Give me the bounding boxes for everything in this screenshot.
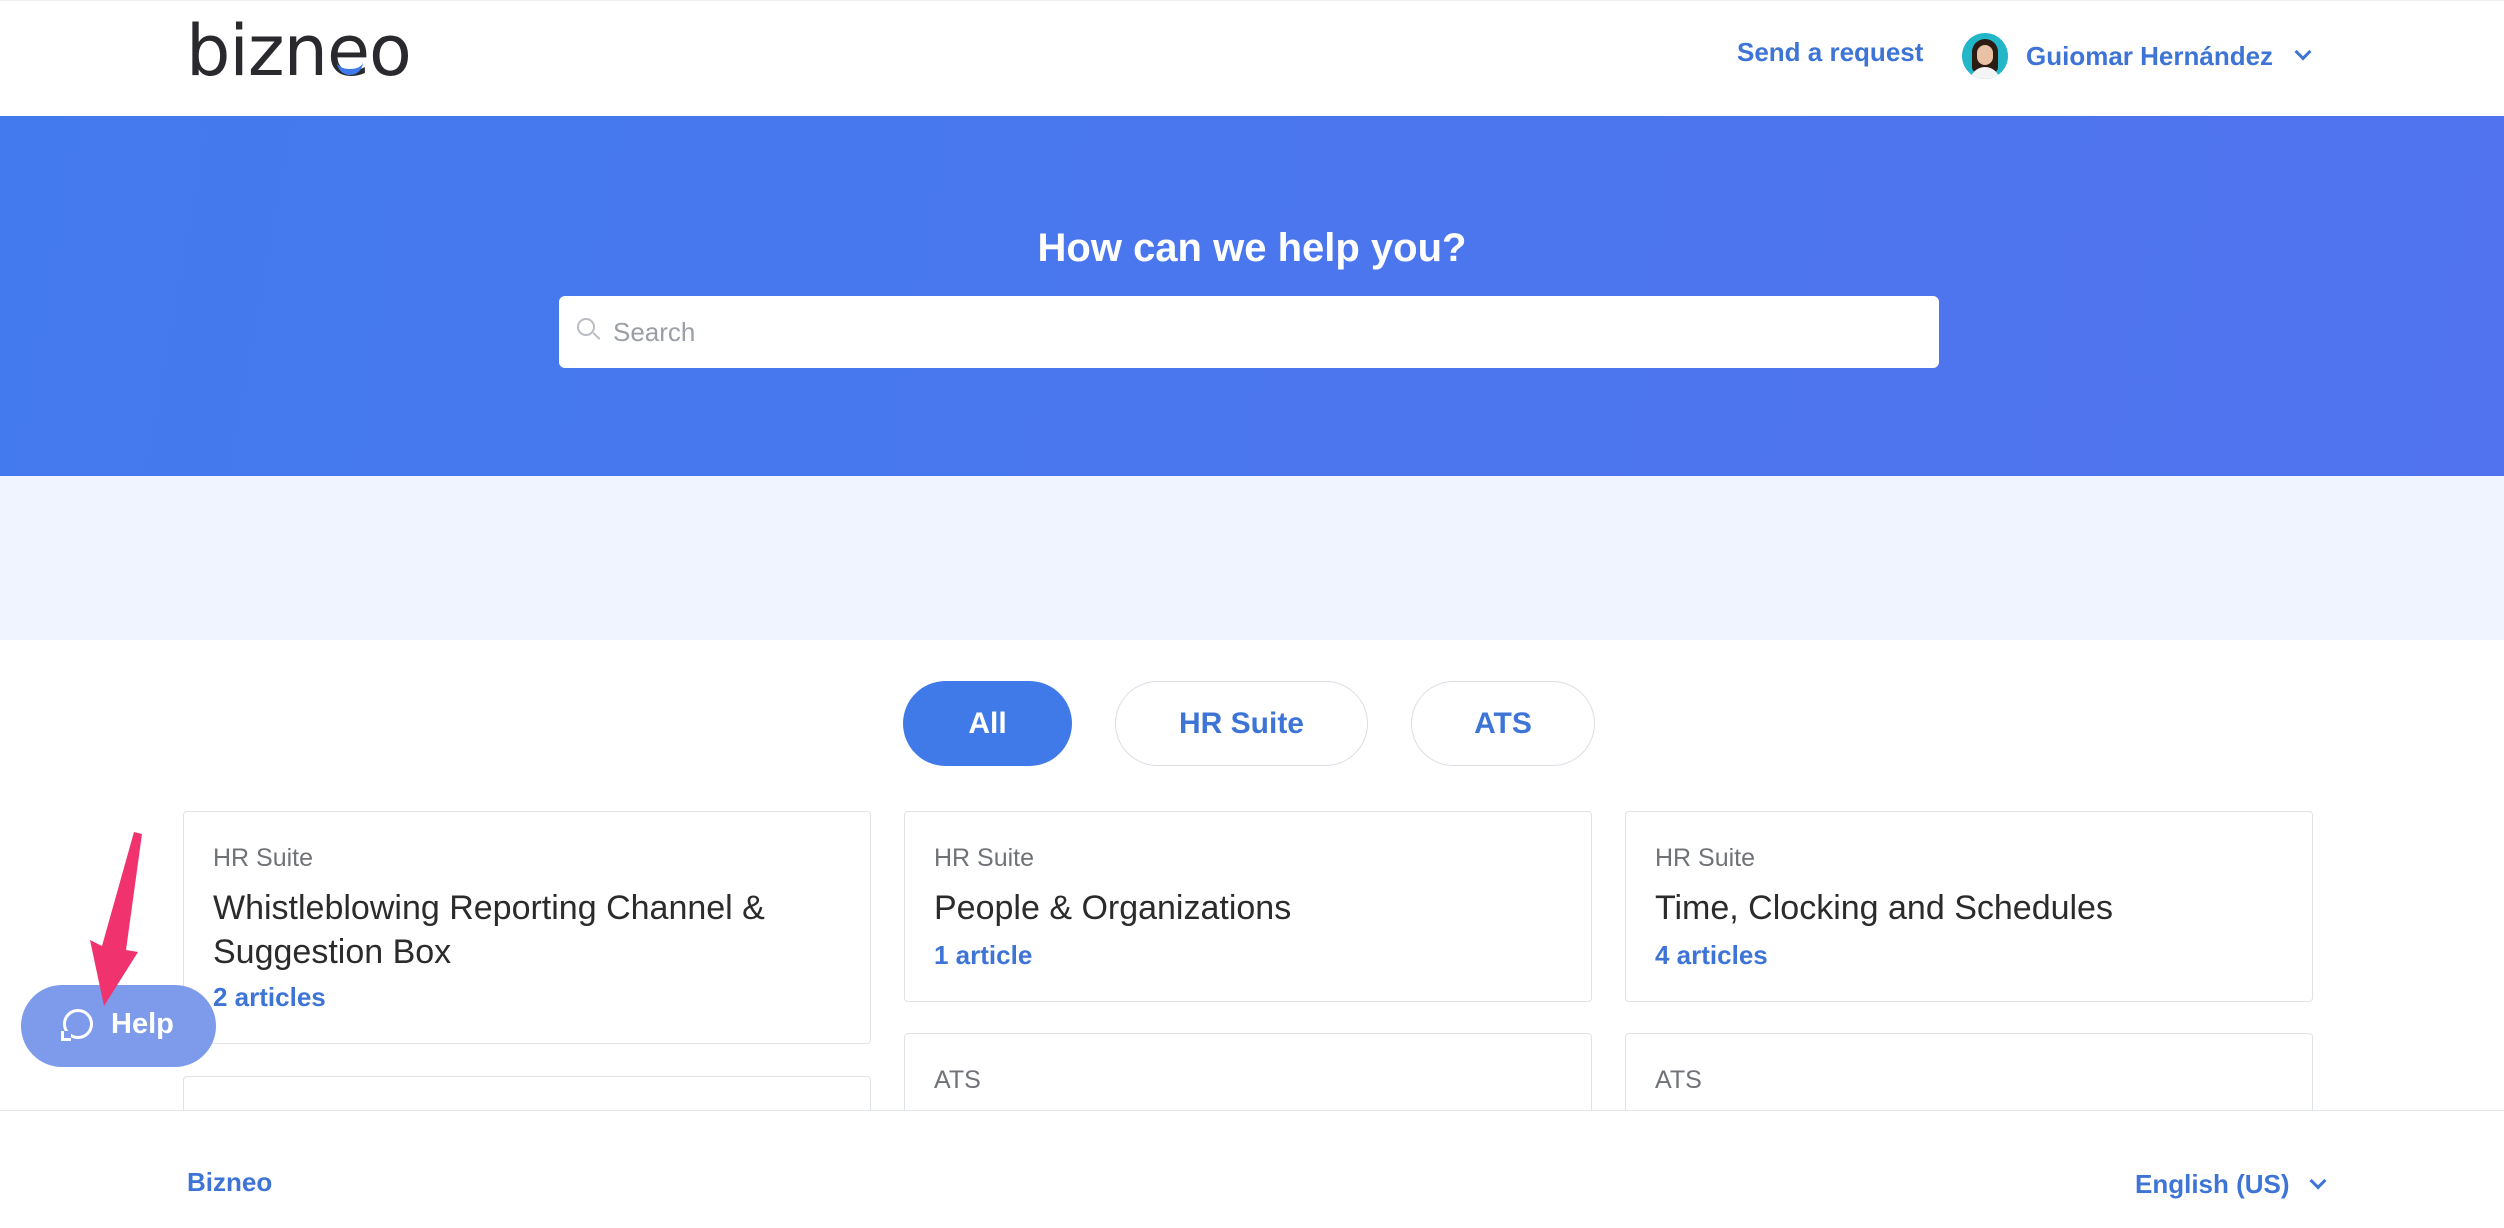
- search-input[interactable]: [613, 316, 1913, 348]
- filter-hr-suite[interactable]: HR Suite: [1115, 681, 1368, 766]
- language-label: English (US): [2135, 1169, 2290, 1199]
- chat-bubble-icon: [61, 1009, 95, 1043]
- section-band: [0, 476, 2504, 640]
- card-category: HR Suite: [934, 844, 1035, 872]
- footer: Bizneo English (US): [0, 1110, 2504, 1228]
- category-card[interactable]: HR Suite Whistleblowing Reporting Channe…: [183, 811, 871, 1044]
- card-title: Whistleblowing Reporting Channel & Sugge…: [213, 886, 765, 974]
- user-name: Guiomar Hernández: [2026, 40, 2274, 71]
- card-title-line: Suggestion Box: [213, 933, 452, 971]
- card-title-line: Whistleblowing Reporting Channel &: [213, 889, 765, 927]
- user-menu[interactable]: Guiomar Hernández: [1962, 33, 2312, 79]
- avatar: [1962, 33, 2008, 79]
- card-article-count[interactable]: 4 articles: [1655, 940, 1768, 971]
- logo-text: bizneo: [186, 10, 412, 92]
- footer-brand-link[interactable]: Bizneo: [187, 1167, 272, 1198]
- card-article-count[interactable]: 1 article: [934, 940, 1032, 971]
- help-label: Help: [111, 1008, 174, 1040]
- filter-all[interactable]: All: [903, 681, 1072, 766]
- filter-ats[interactable]: ATS: [1411, 681, 1595, 766]
- annotation-arrow-icon: [90, 832, 142, 1006]
- category-card[interactable]: HR Suite Time, Clocking and Schedules 4 …: [1625, 811, 2313, 1002]
- category-card[interactable]: HR Suite People & Organizations 1 articl…: [904, 811, 1592, 1002]
- search-box[interactable]: [559, 296, 1939, 368]
- chevron-down-icon: [2294, 43, 2312, 61]
- card-category: HR Suite: [1655, 844, 1756, 872]
- card-category: ATS: [1655, 1066, 1702, 1094]
- bizneo-logo[interactable]: bizneo: [186, 10, 412, 92]
- hero-title: How can we help you?: [1037, 226, 1467, 270]
- card-category: ATS: [934, 1066, 981, 1094]
- card-title: People & Organizations: [934, 889, 1292, 927]
- language-selector[interactable]: English (US): [2135, 1169, 2327, 1200]
- card-title: Time, Clocking and Schedules: [1655, 889, 2113, 927]
- chevron-down-icon: [2309, 1172, 2327, 1189]
- send-request-link[interactable]: Send a request: [1737, 37, 1923, 68]
- top-header: bizneo Send a request Guiomar Hernández: [0, 0, 2504, 116]
- card-category: HR Suite: [213, 844, 314, 872]
- card-article-count[interactable]: 2 articles: [213, 982, 326, 1013]
- hero-banner: How can we help you?: [0, 116, 2504, 476]
- search-icon: [577, 318, 601, 340]
